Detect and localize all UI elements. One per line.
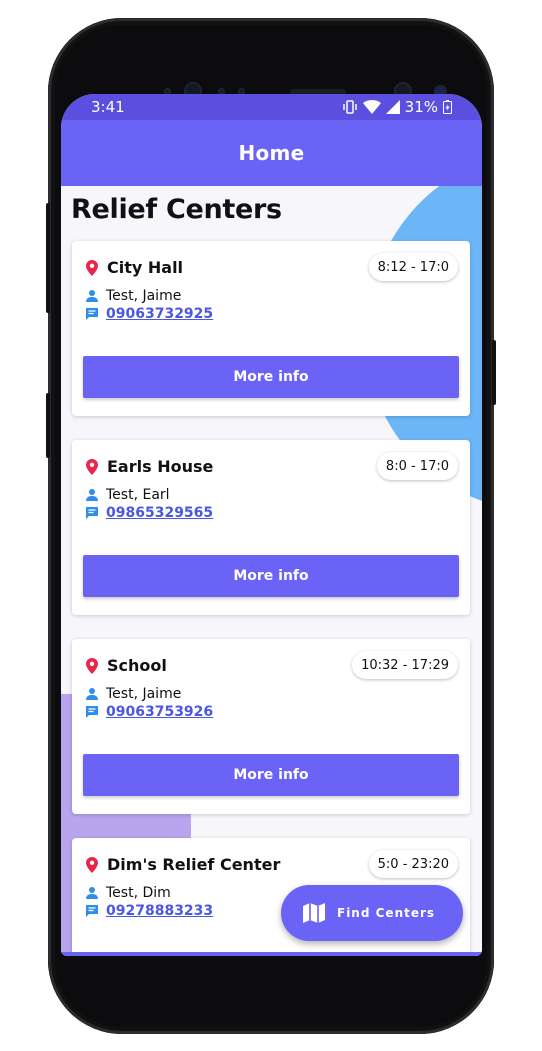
wifi-icon — [362, 100, 381, 114]
battery-percent: 31% — [404, 98, 438, 116]
content-area[interactable]: Relief Centers City Hall 8:12 - 17:0 Tes… — [61, 186, 482, 956]
person-icon — [86, 887, 98, 899]
phone-row: 09865329565 — [86, 505, 213, 521]
phone-link[interactable]: 09865329565 — [106, 505, 213, 521]
contact-name: Test, Jaime — [106, 686, 182, 702]
center-name: School — [107, 656, 167, 675]
find-centers-label: Find Centers — [337, 906, 436, 920]
contact-row: Test, Earl — [86, 487, 170, 503]
bottom-edge — [61, 952, 482, 956]
contact-name: Test, Jaime — [106, 288, 182, 304]
signal-icon — [385, 100, 400, 114]
bixby-button — [46, 393, 50, 458]
center-name: Dim's Relief Center — [107, 855, 281, 874]
app-screen: 3:41 31% Home Relief Centers City Hall 8… — [61, 94, 482, 956]
location-pin-icon — [86, 857, 98, 873]
relief-center-card[interactable]: School 10:32 - 17:29 Test, Jaime 0906375… — [72, 639, 470, 814]
message-icon — [86, 905, 98, 917]
hours-chip: 5:0 - 23:20 — [368, 850, 458, 878]
phone-row: 09278883233 — [86, 903, 213, 919]
find-centers-button[interactable]: Find Centers — [281, 885, 463, 941]
contact-row: Test, Dim — [86, 885, 171, 901]
vibrate-icon — [342, 100, 357, 114]
hours-chip: 8:12 - 17:0 — [368, 253, 458, 281]
contact-name: Test, Dim — [106, 885, 171, 901]
volume-button — [46, 203, 50, 313]
map-icon — [303, 903, 325, 923]
person-icon — [86, 489, 98, 501]
message-icon — [86, 507, 98, 519]
more-info-button[interactable]: More info — [83, 754, 459, 796]
location-pin-icon — [86, 260, 98, 276]
phone-link[interactable]: 09063732925 — [106, 306, 213, 322]
more-info-button[interactable]: More info — [83, 555, 459, 597]
location-pin-icon — [86, 459, 98, 475]
relief-center-card[interactable]: Earls House 8:0 - 17:0 Test, Earl 098653… — [72, 440, 470, 615]
battery-charging-icon — [443, 100, 452, 114]
page-title: Relief Centers — [71, 194, 282, 225]
app-bar: Home — [61, 120, 482, 186]
center-name: City Hall — [107, 258, 184, 277]
person-icon — [86, 290, 98, 302]
hours-chip: 8:0 - 17:0 — [376, 452, 458, 480]
phone-row: 09063753926 — [86, 704, 213, 720]
location-pin-icon — [86, 658, 98, 674]
contact-name: Test, Earl — [106, 487, 170, 503]
message-icon — [86, 308, 98, 320]
phone-link[interactable]: 09278883233 — [106, 903, 213, 919]
app-bar-title: Home — [238, 141, 305, 165]
contact-row: Test, Jaime — [86, 288, 181, 304]
contact-row: Test, Jaime — [86, 686, 181, 702]
status-icons: 31% — [342, 98, 452, 116]
more-info-button[interactable]: More info — [83, 356, 459, 398]
phone-link[interactable]: 09063753926 — [106, 704, 213, 720]
person-icon — [86, 688, 98, 700]
message-icon — [86, 706, 98, 718]
power-button — [492, 340, 496, 405]
status-time: 3:41 — [91, 98, 125, 116]
status-bar: 3:41 31% — [61, 94, 482, 120]
hours-chip: 10:32 - 17:29 — [352, 651, 458, 679]
phone-row: 09063732925 — [86, 306, 213, 322]
relief-center-card[interactable]: City Hall 8:12 - 17:0 Test, Jaime 090637… — [72, 241, 470, 416]
center-name: Earls House — [107, 457, 214, 476]
